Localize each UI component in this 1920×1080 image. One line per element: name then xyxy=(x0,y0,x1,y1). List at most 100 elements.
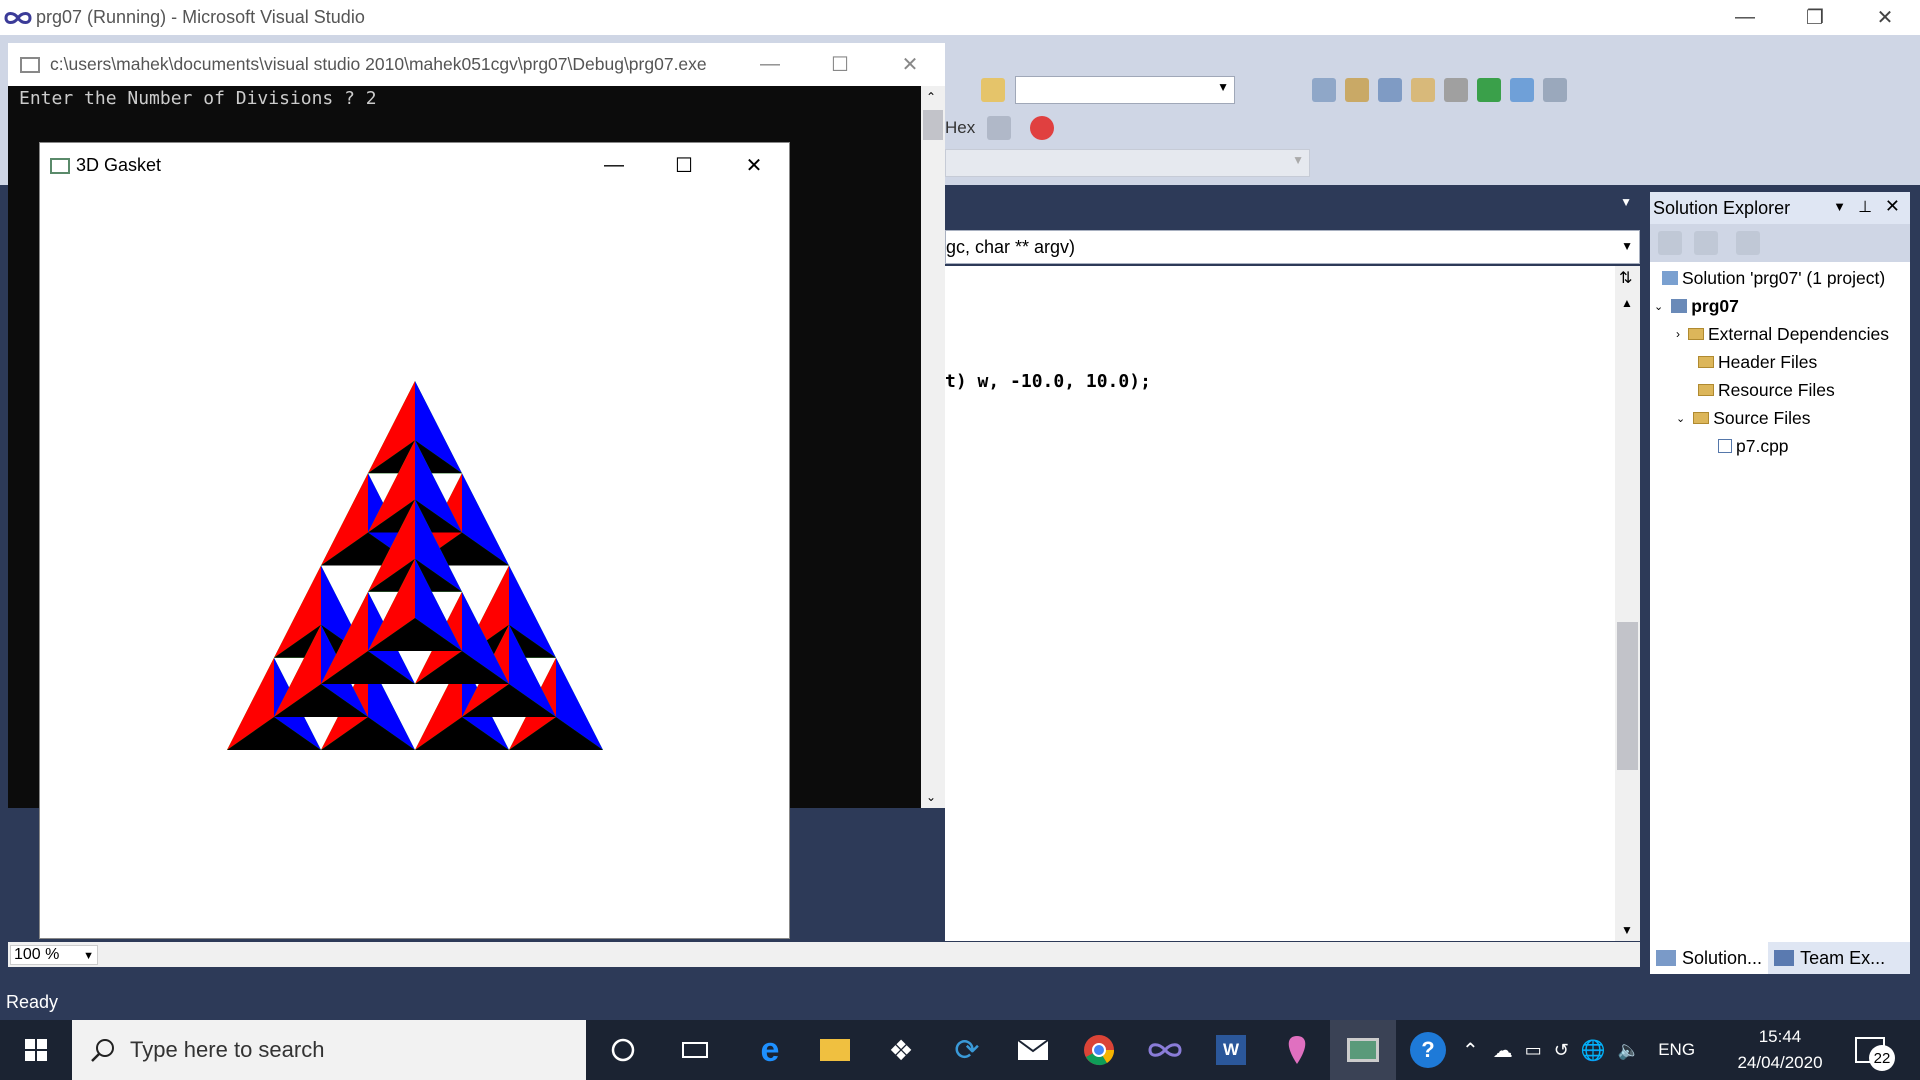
chevron-right-icon[interactable]: › xyxy=(1676,327,1680,341)
language-indicator[interactable]: ENG xyxy=(1658,1040,1695,1060)
command-window-icon[interactable] xyxy=(1543,78,1567,102)
console-scrollbar[interactable]: ⌃ ⌄ xyxy=(921,86,945,808)
vs-restore-button[interactable]: ❐ xyxy=(1780,0,1850,35)
gasket-close-button[interactable]: ✕ xyxy=(719,143,789,188)
solution-icon xyxy=(1662,271,1678,285)
taskbar-clock[interactable]: 15:44 24/04/2020 xyxy=(1730,1024,1830,1076)
word-icon[interactable]: W xyxy=(1198,1020,1264,1080)
scroll-down-icon[interactable]: ⌄ xyxy=(926,790,936,804)
dropbox-icon[interactable]: ❖ xyxy=(868,1020,934,1080)
console-scroll-thumb[interactable] xyxy=(923,110,943,140)
tab-dropdown-icon[interactable]: ▼ xyxy=(1620,195,1632,209)
notification-center[interactable]: 22 xyxy=(1855,1020,1895,1080)
folder-icon xyxy=(1698,356,1714,368)
file-explorer-icon[interactable] xyxy=(802,1020,868,1080)
member-dropdown[interactable]: gc, char ** argv) ▼ xyxy=(945,230,1640,264)
scroll-up-icon[interactable]: ▲ xyxy=(1621,296,1633,310)
chevron-down-icon[interactable]: ⌄ xyxy=(1676,412,1685,425)
vs-close-button[interactable]: ✕ xyxy=(1850,0,1920,35)
show-all-files-icon[interactable] xyxy=(1694,231,1718,255)
console-titlebar: c:\users\mahek\documents\visual studio 2… xyxy=(8,43,945,86)
windows-logo-icon xyxy=(25,1039,47,1061)
network-icon[interactable]: 🌐 xyxy=(1581,1038,1606,1063)
scroll-up-icon[interactable]: ⌃ xyxy=(926,90,936,104)
solution-explorer-icon[interactable] xyxy=(1345,78,1369,102)
refresh-icon[interactable] xyxy=(1736,231,1760,255)
task-view-icon[interactable] xyxy=(662,1020,728,1080)
gasket-minimize-button[interactable]: — xyxy=(579,143,649,188)
close-icon[interactable]: ✕ xyxy=(1885,196,1900,217)
vs-minimize-button[interactable]: — xyxy=(1710,0,1780,35)
member-dropdown-text: gc, char ** argv) xyxy=(946,236,1076,257)
gasket-drawing xyxy=(40,188,789,938)
scroll-down-icon[interactable]: ▼ xyxy=(1621,923,1633,937)
open-folder-icon[interactable] xyxy=(981,78,1005,102)
vs-titlebar: prg07 (Running) - Microsoft Visual Studi… xyxy=(0,0,1920,35)
solution-explorer-icon xyxy=(1656,950,1676,966)
tree-item-external-dependencies[interactable]: › External Dependencies xyxy=(1676,320,1889,348)
toolbox-icon[interactable] xyxy=(1444,78,1468,102)
console-minimize-button[interactable]: — xyxy=(735,43,805,86)
folder-icon xyxy=(1688,328,1704,340)
sync-icon[interactable]: ↺ xyxy=(1554,1040,1569,1061)
editor-scroll-thumb[interactable] xyxy=(1617,622,1638,770)
find-combo[interactable]: ▼ xyxy=(1015,76,1235,104)
tree-item-source-files[interactable]: ⌄ Source Files xyxy=(1676,404,1810,432)
console-maximize-button[interactable]: ☐ xyxy=(805,43,875,86)
solution-explorer-title: Solution Explorer xyxy=(1653,197,1791,218)
vs-toolbar-standard: ▼ xyxy=(945,70,1920,110)
record-icon[interactable] xyxy=(1030,116,1054,140)
start-button[interactable] xyxy=(0,1020,72,1080)
tree-item-resource-files[interactable]: Resource Files xyxy=(1698,376,1835,404)
extension-manager-icon[interactable] xyxy=(1510,78,1534,102)
vs-code-icon[interactable]: ⟳ xyxy=(934,1020,1000,1080)
zoom-combo[interactable]: 100 % ▼ xyxy=(10,945,98,965)
console-app-icon xyxy=(20,56,40,73)
tree-item-project[interactable]: ⌄ prg07 xyxy=(1654,292,1739,320)
hex-label[interactable]: Hex xyxy=(945,118,975,138)
onedrive-icon[interactable]: ☁ xyxy=(1493,1038,1513,1063)
cortana-icon[interactable] xyxy=(590,1020,656,1080)
properties-icon[interactable] xyxy=(1378,78,1402,102)
status-text: Ready xyxy=(6,992,59,1012)
visual-studio-logo-icon xyxy=(4,10,32,26)
taskbar-search[interactable]: Type here to search xyxy=(72,1020,586,1080)
tree-item-header-files[interactable]: Header Files xyxy=(1698,348,1817,376)
gasket-window-title: 3D Gasket xyxy=(76,155,162,175)
volume-icon[interactable]: 🔈 xyxy=(1618,1040,1640,1061)
editor-vertical-scrollbar[interactable]: ⇅ ▲ ▼ xyxy=(1615,266,1640,941)
console-close-button[interactable]: ✕ xyxy=(875,43,945,86)
split-icon[interactable]: ⇅ xyxy=(1619,268,1632,288)
editor-tabstrip: ▼ xyxy=(945,185,1640,227)
tab-solution-explorer[interactable]: Solution... xyxy=(1650,942,1769,974)
object-browser-icon[interactable] xyxy=(1411,78,1435,102)
code-editor[interactable]: t) w, -10.0, 10.0); xyxy=(945,266,1615,941)
battery-icon[interactable]: ▭ xyxy=(1525,1040,1542,1061)
tree-item-solution[interactable]: Solution 'prg07' (1 project) xyxy=(1662,264,1885,292)
chevron-down-icon[interactable]: ⌄ xyxy=(1654,300,1663,313)
panel-menu-icon[interactable]: ▼ xyxy=(1833,199,1846,214)
help-icon[interactable]: ? xyxy=(1410,1032,1446,1068)
project-icon xyxy=(1671,299,1688,313)
gasket-canvas[interactable] xyxy=(40,188,789,938)
tree-item-p7-cpp[interactable]: p7.cpp xyxy=(1718,432,1789,460)
gasket-window[interactable]: 3D Gasket — ☐ ✕ xyxy=(39,142,790,939)
edge-icon[interactable]: e xyxy=(737,1020,803,1080)
pin-icon[interactable]: ⊥ xyxy=(1858,197,1872,217)
chrome-icon[interactable] xyxy=(1066,1020,1132,1080)
properties-icon[interactable] xyxy=(1658,231,1682,255)
paint-3d-icon[interactable] xyxy=(1264,1020,1330,1080)
mail-icon[interactable] xyxy=(1000,1020,1066,1080)
gasket-taskbar-icon[interactable] xyxy=(1330,1020,1396,1080)
search-placeholder: Type here to search xyxy=(130,1037,325,1062)
breakpoints-icon[interactable] xyxy=(987,116,1011,140)
visual-studio-taskbar-icon[interactable] xyxy=(1132,1020,1198,1080)
start-page-icon[interactable] xyxy=(1477,78,1501,102)
editor-horizontal-scrollbar[interactable] xyxy=(8,942,1640,967)
clock-date: 24/04/2020 xyxy=(1737,1053,1823,1072)
find-in-files-icon[interactable] xyxy=(1312,78,1336,102)
tab-team-explorer[interactable]: Team Ex... xyxy=(1768,942,1891,974)
gasket-maximize-button[interactable]: ☐ xyxy=(649,143,719,188)
chevron-up-icon[interactable]: ⌃ xyxy=(1462,1038,1479,1063)
team-explorer-icon xyxy=(1774,950,1795,966)
